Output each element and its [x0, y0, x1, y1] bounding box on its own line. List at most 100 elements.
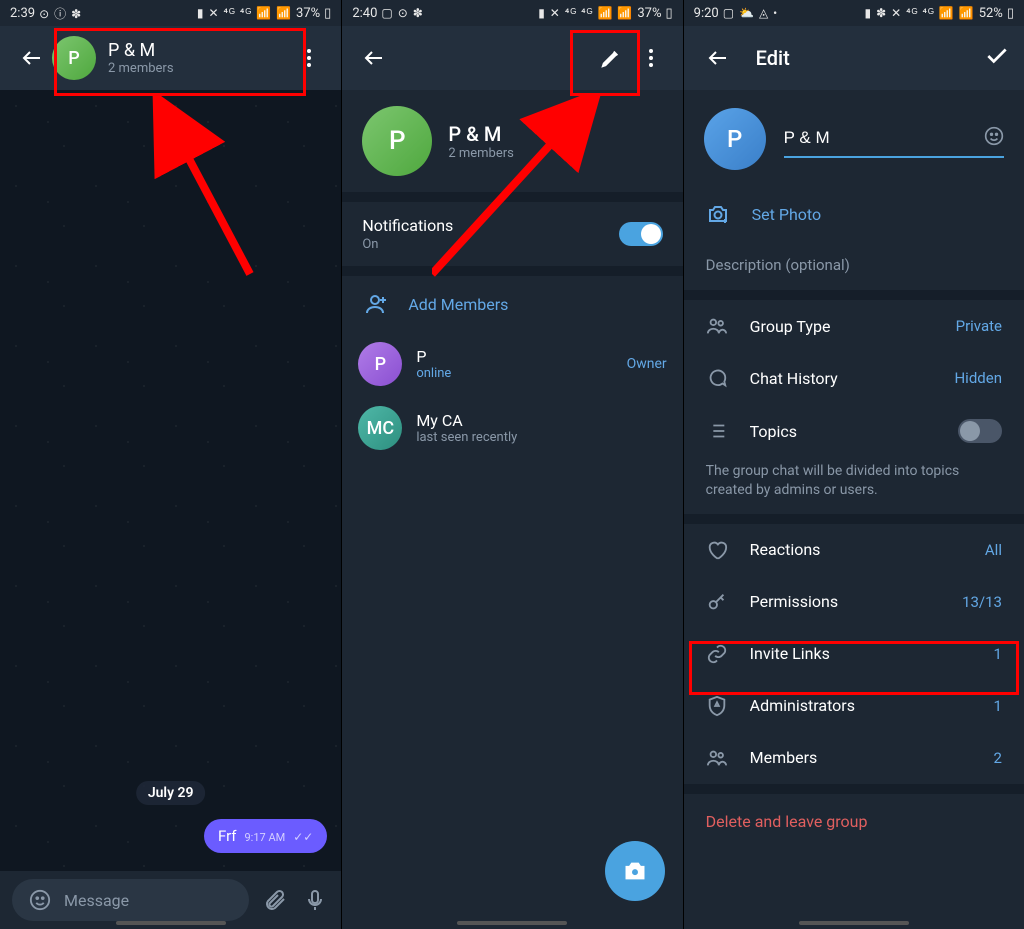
attach-icon[interactable]	[261, 888, 289, 912]
back-icon[interactable]	[354, 38, 394, 78]
nav-pill[interactable]	[457, 921, 567, 925]
profile-header	[342, 26, 682, 90]
members-count-row[interactable]: Members 2	[684, 732, 1024, 784]
add-members-label: Add Members	[408, 295, 508, 314]
status-battery: 37%	[637, 6, 661, 21]
set-photo-button[interactable]: Set Photo	[684, 188, 1024, 240]
chat-title: P & M	[108, 40, 289, 61]
notifications-row[interactable]: Notifications On	[342, 202, 682, 266]
pane-edit: 9:20 ▢ ⛅ ◬ • ▮ ✽ ✕ ⁴ᴳ ⁴ᴳ 📶 📶 52% ▯ Edit …	[683, 0, 1024, 929]
group-type-value: Private	[956, 317, 1002, 335]
emoji-icon[interactable]	[984, 126, 1004, 150]
group-name-input[interactable]	[784, 120, 1004, 158]
message-input[interactable]: Message	[12, 879, 249, 921]
edit-header: Edit	[684, 26, 1024, 90]
emoji-icon[interactable]	[26, 889, 54, 911]
status-battery: 37%	[296, 6, 320, 21]
permissions-label: Permissions	[750, 592, 940, 611]
input-placeholder: Message	[64, 891, 129, 910]
read-ticks-icon: ✓✓	[293, 830, 313, 844]
description-input[interactable]: Description (optional)	[684, 240, 1024, 290]
nav-pill[interactable]	[799, 921, 909, 925]
chat-history-row[interactable]: Chat History Hidden	[684, 352, 1024, 404]
pane-profile: 2:40 ▢ ⊙ ✽ ▮ ✕ ⁴ᴳ ⁴ᴳ 📶 📶 37% ▯ P	[341, 0, 682, 929]
notifications-toggle[interactable]	[619, 222, 663, 246]
group-type-row[interactable]: Group Type Private	[684, 300, 1024, 352]
status-right-icons: ▮ ✕ ⁴ᴳ ⁴ᴳ 📶 📶	[197, 6, 292, 20]
edit-title: Edit	[756, 46, 966, 70]
delete-leave-button[interactable]: Delete and leave group	[684, 794, 1024, 849]
key-icon	[706, 591, 728, 613]
edit-name-block: P	[684, 90, 1024, 188]
more-icon[interactable]	[289, 38, 329, 78]
group-avatar[interactable]: P	[704, 108, 766, 170]
member-status: online	[416, 366, 451, 381]
profile-subtitle: 2 members	[448, 146, 514, 161]
notifications-label: Notifications	[362, 216, 453, 235]
status-left-icons: ▢ ⊙ ✽	[381, 6, 423, 20]
camera-fab[interactable]	[605, 841, 665, 901]
members-value: 2	[994, 749, 1002, 767]
chat-icon	[706, 367, 728, 389]
reactions-value: All	[985, 541, 1002, 559]
status-bar: 9:20 ▢ ⛅ ◬ • ▮ ✽ ✕ ⁴ᴳ ⁴ᴳ 📶 📶 52% ▯	[684, 0, 1024, 26]
set-photo-label: Set Photo	[752, 205, 821, 224]
link-icon	[706, 643, 728, 665]
list-icon	[706, 420, 728, 442]
profile-block[interactable]: P P & M 2 members	[342, 90, 682, 192]
topics-hint: The group chat will be divided into topi…	[684, 458, 1024, 514]
topics-toggle[interactable]	[958, 419, 1002, 443]
back-icon[interactable]	[698, 38, 738, 78]
battery-icon: ▯	[324, 6, 331, 21]
status-bar: 2:39 ⊙ ⓘ ✽ ▮ ✕ ⁴ᴳ ⁴ᴳ 📶 📶 37% ▯	[0, 0, 341, 26]
message-bubble[interactable]: Frf 9:17 AM ✓✓	[204, 819, 327, 853]
chat-title-block[interactable]: P & M 2 members	[108, 40, 289, 76]
member-role: Owner	[627, 356, 667, 372]
confirm-check-icon[interactable]	[984, 43, 1010, 73]
shield-icon	[706, 695, 728, 717]
group-avatar[interactable]: P	[52, 36, 96, 80]
people-icon	[706, 315, 728, 337]
reactions-row[interactable]: Reactions All	[684, 524, 1024, 576]
edit-pencil-icon[interactable]	[591, 38, 631, 78]
chat-history-label: Chat History	[750, 369, 933, 388]
group-avatar[interactable]: P	[362, 106, 432, 176]
member-avatar: P	[358, 342, 402, 386]
nav-pill[interactable]	[116, 921, 226, 925]
status-left-icons: ▢ ⛅ ◬ •	[723, 6, 779, 20]
status-time: 2:40	[352, 6, 377, 21]
battery-icon: ▯	[666, 6, 673, 21]
status-left-icons: ⊙ ⓘ ✽	[39, 5, 82, 22]
permissions-row[interactable]: Permissions 13/13	[684, 576, 1024, 628]
invite-links-row[interactable]: Invite Links 1	[684, 628, 1024, 680]
pane-chat: 2:39 ⊙ ⓘ ✽ ▮ ✕ ⁴ᴳ ⁴ᴳ 📶 📶 37% ▯ P P & M 2…	[0, 0, 341, 929]
status-time: 2:39	[10, 6, 35, 21]
chat-body[interactable]: July 29 Frf 9:17 AM ✓✓	[0, 90, 341, 871]
more-icon[interactable]	[631, 38, 671, 78]
message-time: 9:17 AM	[245, 831, 286, 844]
add-members-button[interactable]: Add Members	[342, 276, 682, 332]
battery-icon: ▯	[1007, 6, 1014, 21]
member-row[interactable]: P P online Owner	[342, 332, 682, 396]
profile-title: P & M	[448, 122, 514, 146]
member-row[interactable]: MC My CA last seen recently	[342, 396, 682, 460]
administrators-row[interactable]: Administrators 1	[684, 680, 1024, 732]
message-text: Frf	[218, 827, 237, 845]
group-name-field[interactable]	[784, 128, 960, 148]
back-icon[interactable]	[12, 38, 52, 78]
status-time: 9:20	[694, 6, 719, 21]
status-bar: 2:40 ▢ ⊙ ✽ ▮ ✕ ⁴ᴳ ⁴ᴳ 📶 📶 37% ▯	[342, 0, 682, 26]
chat-subtitle: 2 members	[108, 61, 289, 76]
reactions-label: Reactions	[750, 540, 963, 559]
members-label: Members	[750, 748, 972, 767]
member-avatar: MC	[358, 406, 402, 450]
status-battery: 52%	[979, 6, 1003, 21]
mic-icon[interactable]	[301, 888, 329, 912]
member-name: P	[416, 347, 451, 366]
administrators-label: Administrators	[750, 696, 972, 715]
topics-row[interactable]: Topics	[684, 404, 1024, 458]
delete-leave-label: Delete and leave group	[706, 812, 868, 831]
chat-background-pattern	[0, 90, 341, 871]
chat-header[interactable]: P P & M 2 members	[0, 26, 341, 90]
group-type-label: Group Type	[750, 317, 934, 336]
